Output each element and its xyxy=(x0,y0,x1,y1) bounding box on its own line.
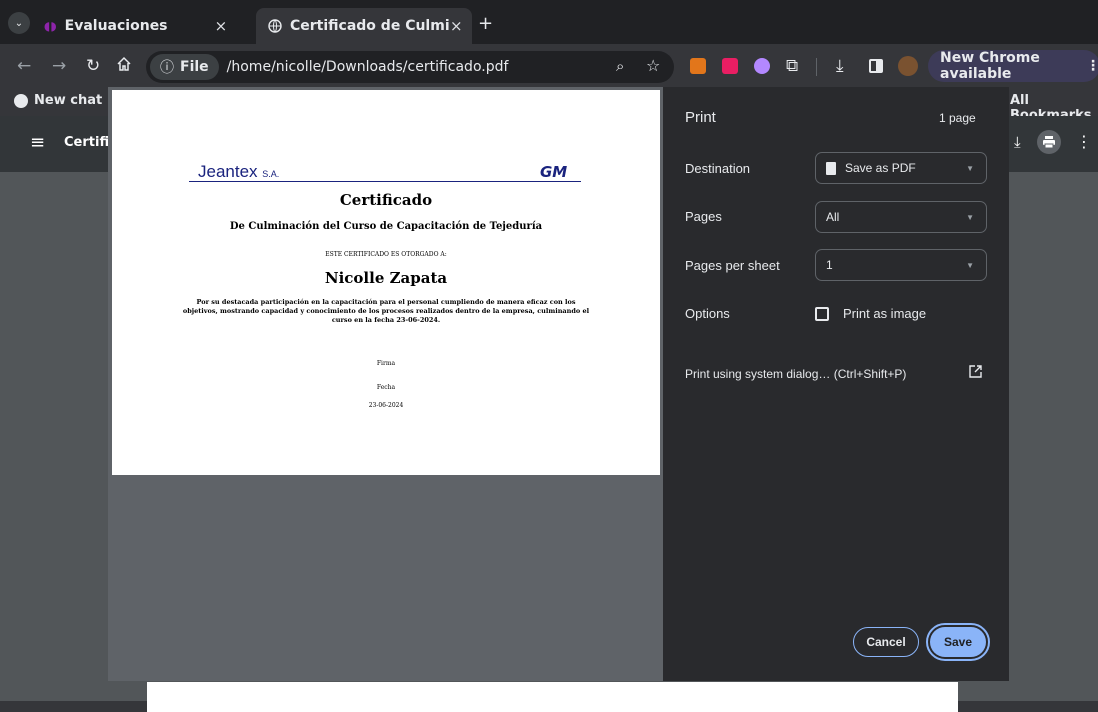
pages-select[interactable]: All ▼ xyxy=(815,201,987,233)
reload-icon[interactable]: ↻ xyxy=(86,56,100,76)
fecha-value: 23-06-2024 xyxy=(368,402,404,409)
toolbar-divider xyxy=(816,58,817,76)
bookmark-new-chat[interactable]: New chat xyxy=(14,93,102,108)
print-as-image-option[interactable]: Print as image xyxy=(815,306,926,321)
pages-per-sheet-select[interactable]: 1 ▼ xyxy=(815,249,987,281)
pages-value: All xyxy=(826,210,840,224)
print-title: Print xyxy=(685,109,716,126)
cancel-button[interactable]: Cancel xyxy=(853,627,919,657)
more-vert-icon[interactable]: ⋮ xyxy=(1076,132,1092,151)
tab-search-button[interactable]: ⌄ xyxy=(8,12,30,34)
destination-label: Destination xyxy=(685,161,751,176)
forward-arrow-icon[interactable]: → xyxy=(52,56,66,76)
chevron-down-icon: ⌄ xyxy=(14,17,24,29)
puzzle-extensions-icon[interactable]: ⧉ xyxy=(786,56,798,76)
awarded-to-label: ESTE CERTIFICADO ES OTORGADO A: xyxy=(325,251,447,258)
zoom-icon[interactable]: ⌕ xyxy=(616,57,624,75)
tab-certificado[interactable]: Certificado de Culminac × xyxy=(256,8,472,44)
pdf-page xyxy=(147,682,958,712)
caret-down-icon: ▼ xyxy=(966,164,974,173)
page-count: 1 page xyxy=(939,111,976,125)
avatar[interactable] xyxy=(898,56,918,76)
certificate-subtitle: De Culminación del Curso de Capacitación… xyxy=(229,221,543,232)
extension-icon[interactable] xyxy=(722,58,738,74)
back-arrow-icon[interactable]: ← xyxy=(17,56,31,76)
recipient-name: Nicolle Zapata xyxy=(324,269,448,287)
address-bar[interactable]: ⓘ File /home/nicolle/Downloads/certifica… xyxy=(146,51,674,83)
side-panel-icon[interactable] xyxy=(869,59,883,73)
home-icon[interactable] xyxy=(116,56,132,72)
certificate-title: Certificado xyxy=(339,191,433,209)
firma-label: Firma xyxy=(376,360,396,367)
save-button-fill: Save xyxy=(930,627,986,657)
metamask-extension-icon[interactable] xyxy=(690,58,706,74)
destination-value: Save as PDF xyxy=(845,161,916,175)
scheme-label: File xyxy=(180,59,209,75)
bookmark-star-icon[interactable]: ☆ xyxy=(646,56,660,75)
preview-page: Jeantex S.A. GM Certificado De Culminaci… xyxy=(112,90,660,475)
close-icon[interactable]: × xyxy=(215,17,228,35)
print-settings-panel: Print 1 page Destination Save as PDF ▼ P… xyxy=(663,87,1009,681)
tab-favicon-icon: ◖◗ xyxy=(44,19,57,33)
gm-logo: GM xyxy=(540,163,568,181)
save-label: Save xyxy=(943,635,973,649)
chatgpt-icon xyxy=(14,93,28,108)
jeantex-logo: Jeantex S.A. xyxy=(198,162,280,181)
tab-title: Evaluaciones xyxy=(64,18,168,34)
open-in-new-icon[interactable] xyxy=(969,365,982,378)
hamburger-menu-icon[interactable]: ≡ xyxy=(30,132,45,153)
pages-per-sheet-label: Pages per sheet xyxy=(685,258,780,273)
fecha-label: Fecha xyxy=(376,384,396,391)
cancel-label: Cancel xyxy=(866,635,906,649)
caret-down-icon: ▼ xyxy=(966,261,974,270)
more-vert-icon: ⋮ xyxy=(1086,58,1098,74)
browser-toolbar: ← → ↻ ⓘ File /home/nicolle/Downloads/cer… xyxy=(0,44,1098,88)
tab-strip: ⌄ ◖◗ Evaluaciones × Certificado de Culmi… xyxy=(0,0,1098,44)
extension-icon[interactable] xyxy=(754,58,770,74)
close-icon[interactable]: × xyxy=(450,17,463,35)
system-dialog-link[interactable]: Print using system dialog… (Ctrl+Shift+P… xyxy=(685,367,906,381)
new-tab-button[interactable]: + xyxy=(478,13,493,34)
certificate-body: Por su destacada participación en la cap… xyxy=(182,298,590,324)
header-rule xyxy=(189,181,581,182)
download-icon[interactable]: ⤓ xyxy=(836,56,844,76)
pdf-print-icon[interactable] xyxy=(1037,130,1061,154)
info-icon: ⓘ xyxy=(160,60,174,76)
document-icon xyxy=(826,161,836,175)
pages-per-sheet-value: 1 xyxy=(826,258,833,272)
pdf-download-icon[interactable]: ⤓ xyxy=(1014,133,1021,151)
caret-down-icon: ▼ xyxy=(966,213,974,222)
new-chrome-available-button[interactable]: New Chrome available ⋮ xyxy=(928,50,1098,82)
url-text: /home/nicolle/Downloads/certificado.pdf xyxy=(226,59,509,75)
print-as-image-checkbox[interactable] xyxy=(815,306,829,321)
print-as-image-label: Print as image xyxy=(843,306,927,321)
globe-icon xyxy=(268,19,282,33)
tab-evaluaciones[interactable]: ◖◗ Evaluaciones × xyxy=(44,8,254,44)
tab-title: Certificado de Culminac xyxy=(290,18,450,34)
save-button[interactable]: Save xyxy=(926,623,990,661)
options-label: Options xyxy=(685,306,730,321)
site-info-chip[interactable]: ⓘ File xyxy=(150,54,219,80)
new-chrome-label: New Chrome available xyxy=(940,50,1040,82)
bookmark-label: New chat xyxy=(34,93,103,108)
pages-label: Pages xyxy=(685,209,722,224)
destination-select[interactable]: Save as PDF ▼ xyxy=(815,152,987,184)
